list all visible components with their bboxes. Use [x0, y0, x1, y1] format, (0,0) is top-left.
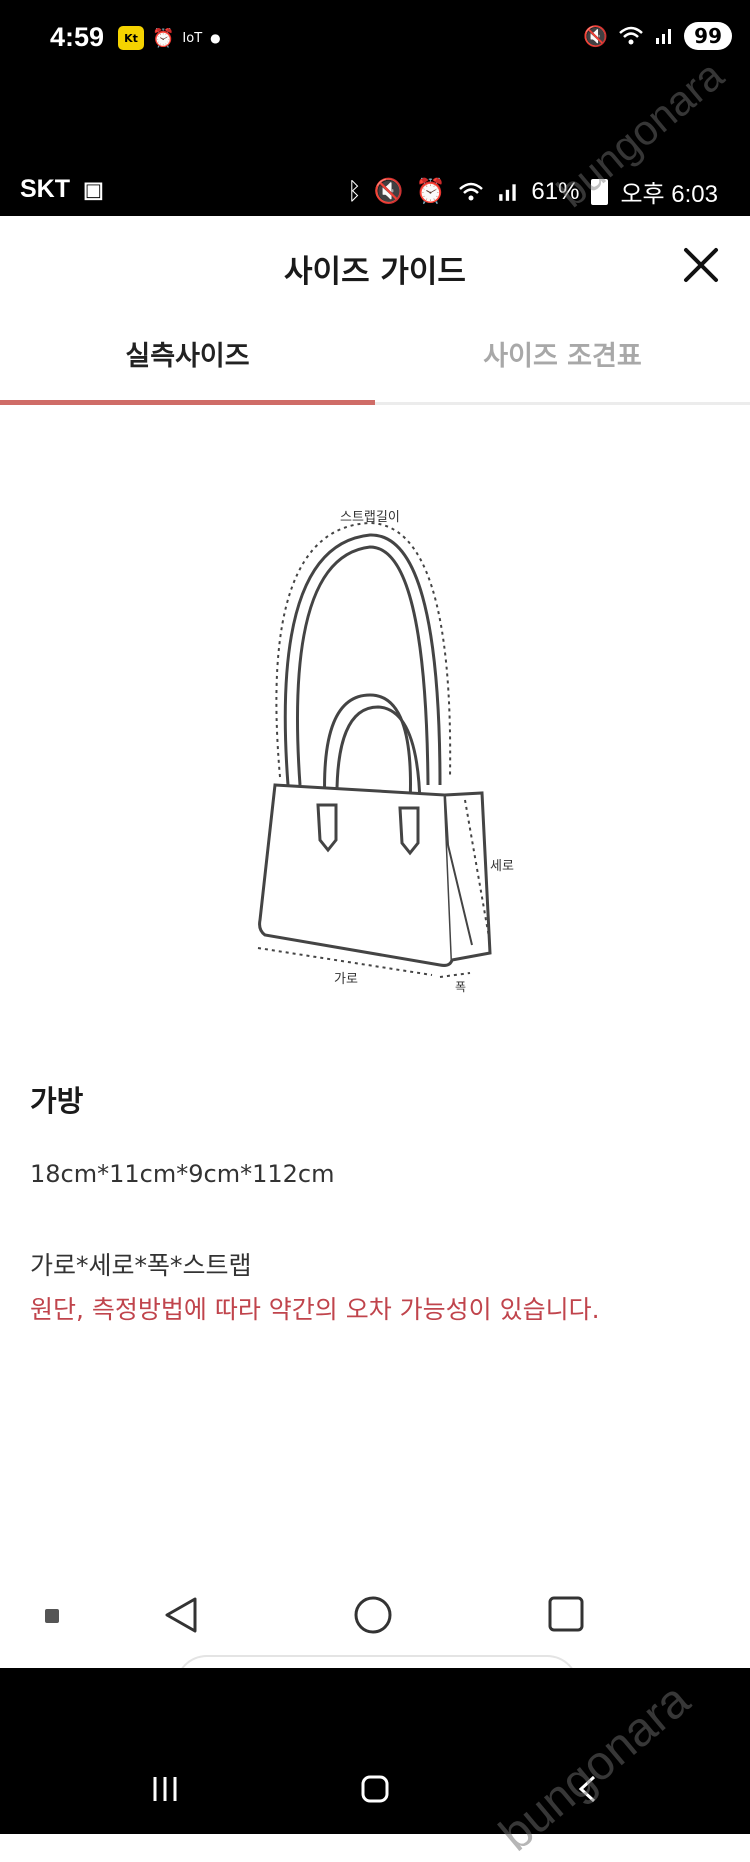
home-square-icon[interactable] — [360, 1774, 390, 1804]
gallery-icon: ▣ — [82, 177, 104, 202]
outer-status-right: 🔇 99 — [583, 22, 732, 50]
signal-icon — [499, 183, 517, 201]
height-label: 세로 — [490, 859, 514, 874]
strap-length-label: 스트랩길이 — [340, 510, 400, 525]
close-icon — [684, 248, 718, 282]
depth-label: 폭 — [455, 980, 466, 994]
iot-icon: IoT — [182, 30, 203, 46]
inner-status-left: SKT ▣ — [20, 175, 104, 204]
tab-size-chart[interactable]: 사이즈 조견표 — [375, 330, 750, 404]
active-tab-indicator — [0, 400, 375, 405]
tray-icon[interactable] — [45, 1609, 59, 1623]
tab-actual-size[interactable]: 실측사이즈 — [0, 330, 375, 404]
close-button[interactable] — [676, 240, 726, 290]
inner-navigation-bar — [0, 1565, 750, 1665]
clock-time: 오후 6:03 — [620, 181, 718, 208]
inner-status-right: ᛒ 🔇 ⏰ 61% 오후 6:03 — [347, 174, 718, 209]
width-label: 가로 — [334, 972, 358, 987]
recents-icon[interactable] — [547, 1595, 585, 1633]
tab-divider — [375, 402, 750, 405]
product-name: 가방 — [30, 1084, 84, 1118]
outer-status-app-icons: Kt ⏰ IoT ● — [118, 26, 221, 50]
outer-status-time: 4:59 — [50, 22, 105, 52]
wifi-icon — [619, 26, 643, 45]
recents-lines-icon[interactable] — [150, 1774, 180, 1804]
kt-app-icon: Kt — [118, 26, 144, 50]
page-title: 사이즈 가이드 — [284, 254, 466, 290]
measurement-notice: 원단, 측정방법에 따라 약간의 오차 가능성이 있습니다. — [30, 1295, 600, 1324]
bluetooth-icon: ᛒ — [347, 177, 362, 205]
product-dimensions: 18cm*11cm*9cm*112cm — [30, 1160, 335, 1188]
dimension-order: 가로*세로*폭*스트랩 — [30, 1251, 252, 1280]
mute-icon: 🔇 — [373, 178, 404, 205]
carrier-label: SKT — [20, 175, 70, 203]
mute-icon: 🔇 — [583, 24, 609, 48]
notification-dot-icon: ● — [210, 31, 221, 45]
outer-battery-badge: 99 — [684, 22, 732, 50]
signal-icon — [656, 29, 672, 44]
alarm-icon: ⏰ — [152, 27, 175, 49]
alarm-icon: ⏰ — [415, 178, 446, 205]
back-icon[interactable] — [163, 1595, 199, 1635]
bag-size-diagram: 스트랩길이 세로 가로 폭 — [257, 510, 514, 994]
home-icon[interactable] — [353, 1595, 393, 1635]
wifi-icon — [459, 182, 484, 200]
